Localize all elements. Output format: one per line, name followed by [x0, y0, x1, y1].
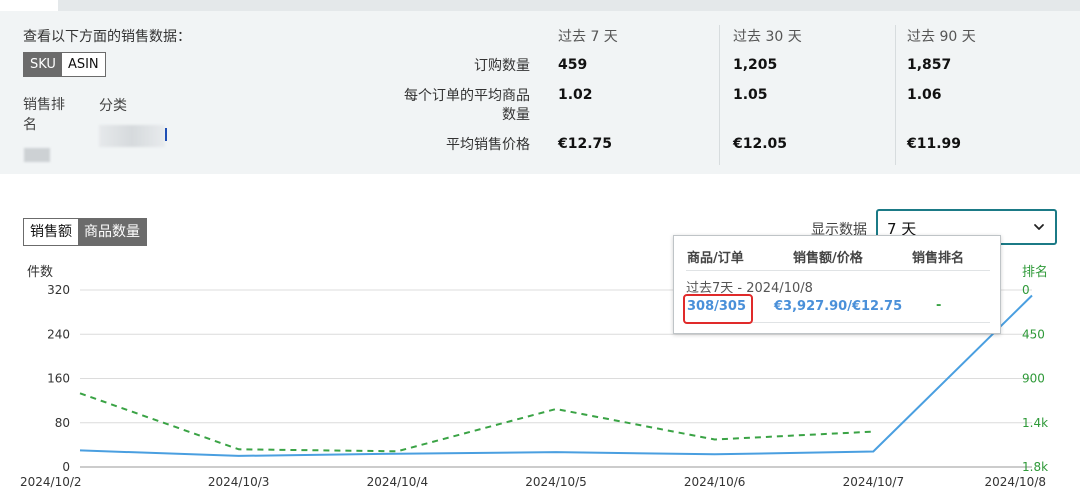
row-label-avg-items-text: 每个订单的平均商品数量: [404, 88, 530, 123]
y-right-tick-label: 900: [1022, 372, 1045, 386]
y-left-tick-label: 160: [47, 372, 70, 386]
chevron-down-icon: [1034, 224, 1044, 230]
x-tick-label: 2024/10/2: [20, 475, 82, 489]
sku-toggle-button[interactable]: SKU: [24, 53, 62, 76]
y-left-tick-label: 0: [62, 460, 70, 474]
redacted-rank: [24, 148, 50, 162]
value-avg-price-7d: €12.75: [558, 136, 613, 152]
sales-summary-panel: 查看以下方面的销售数据： SKU ASIN 销售排名 分类 订购数量 每个订单的…: [0, 11, 1080, 174]
redacted-category: [99, 125, 165, 147]
row-label-avg-items: 每个订单的平均商品数量: [330, 87, 530, 125]
sales-amount-toggle-button[interactable]: 销售额: [24, 219, 78, 245]
x-tick-label: 2024/10/4: [367, 475, 429, 489]
value-avg-price-30d: €12.05: [733, 136, 788, 152]
id-type-toggle: SKU ASIN: [23, 52, 106, 77]
row-label-avg-price: 平均销售价格: [446, 137, 530, 153]
metric-toggle: 销售额 商品数量: [23, 218, 147, 246]
tooltip-divider: [686, 270, 990, 271]
value-avg-items-30d: 1.05: [733, 87, 768, 103]
chart-tooltip: 商品/订单 销售额/价格 销售排名 过去7天 - 2024/10/8 308/3…: [673, 235, 1001, 334]
tooltip-header-sales: 销售额/价格: [793, 251, 863, 266]
y-right-tick-label: 0: [1022, 283, 1030, 297]
y-right-tick-label: 1.4k: [1022, 416, 1048, 430]
column-divider: [719, 25, 720, 165]
x-tick-label: 2024/10/5: [525, 475, 587, 489]
value-avg-items-90d: 1.06: [907, 87, 942, 103]
value-qty-90d: 1,857: [907, 57, 952, 73]
top-tab-bar: [0, 0, 1080, 11]
x-tick-label: 2024/10/7: [843, 475, 905, 489]
summary-intro: 查看以下方面的销售数据：: [23, 29, 191, 45]
y-left-tick-label: 240: [47, 327, 70, 341]
tooltip-rank: -: [936, 298, 942, 313]
tooltip-header-units: 商品/订单: [687, 251, 744, 266]
x-tick-label: 2024/10/6: [684, 475, 746, 489]
y-right-tick-label: 1.8k: [1022, 460, 1048, 474]
category-label: 分类: [99, 98, 127, 114]
active-tab[interactable]: [0, 0, 58, 11]
x-tick-label: 2024/10/8: [984, 475, 1046, 489]
asin-toggle-button[interactable]: ASIN: [61, 53, 105, 76]
y-left-tick-label: 320: [47, 283, 70, 297]
col-head-30d: 过去 30 天: [733, 29, 802, 45]
unit-count-toggle-button[interactable]: 商品数量: [78, 219, 146, 245]
x-tick-label: 2024/10/3: [208, 475, 270, 489]
row-label-ordered-qty: 订购数量: [474, 58, 530, 74]
y-right-tick-label: 450: [1022, 327, 1045, 341]
sales-rank-label: 销售排名: [23, 97, 65, 133]
value-avg-price-90d: €11.99: [907, 136, 962, 152]
highlight-box: [683, 294, 753, 324]
redacted-category-mark: [165, 128, 167, 141]
tooltip-sales-price: €3,927.90/€12.75: [774, 299, 903, 314]
tooltip-header-rank: 销售排名: [912, 251, 965, 266]
value-qty-30d: 1,205: [733, 57, 778, 73]
col-head-90d: 过去 90 天: [907, 29, 976, 45]
col-head-7d: 过去 7 天: [558, 29, 618, 45]
value-avg-items-7d: 1.02: [558, 87, 593, 103]
column-divider: [895, 25, 896, 165]
y-left-tick-label: 80: [55, 416, 70, 430]
value-qty-7d: 459: [558, 57, 588, 73]
